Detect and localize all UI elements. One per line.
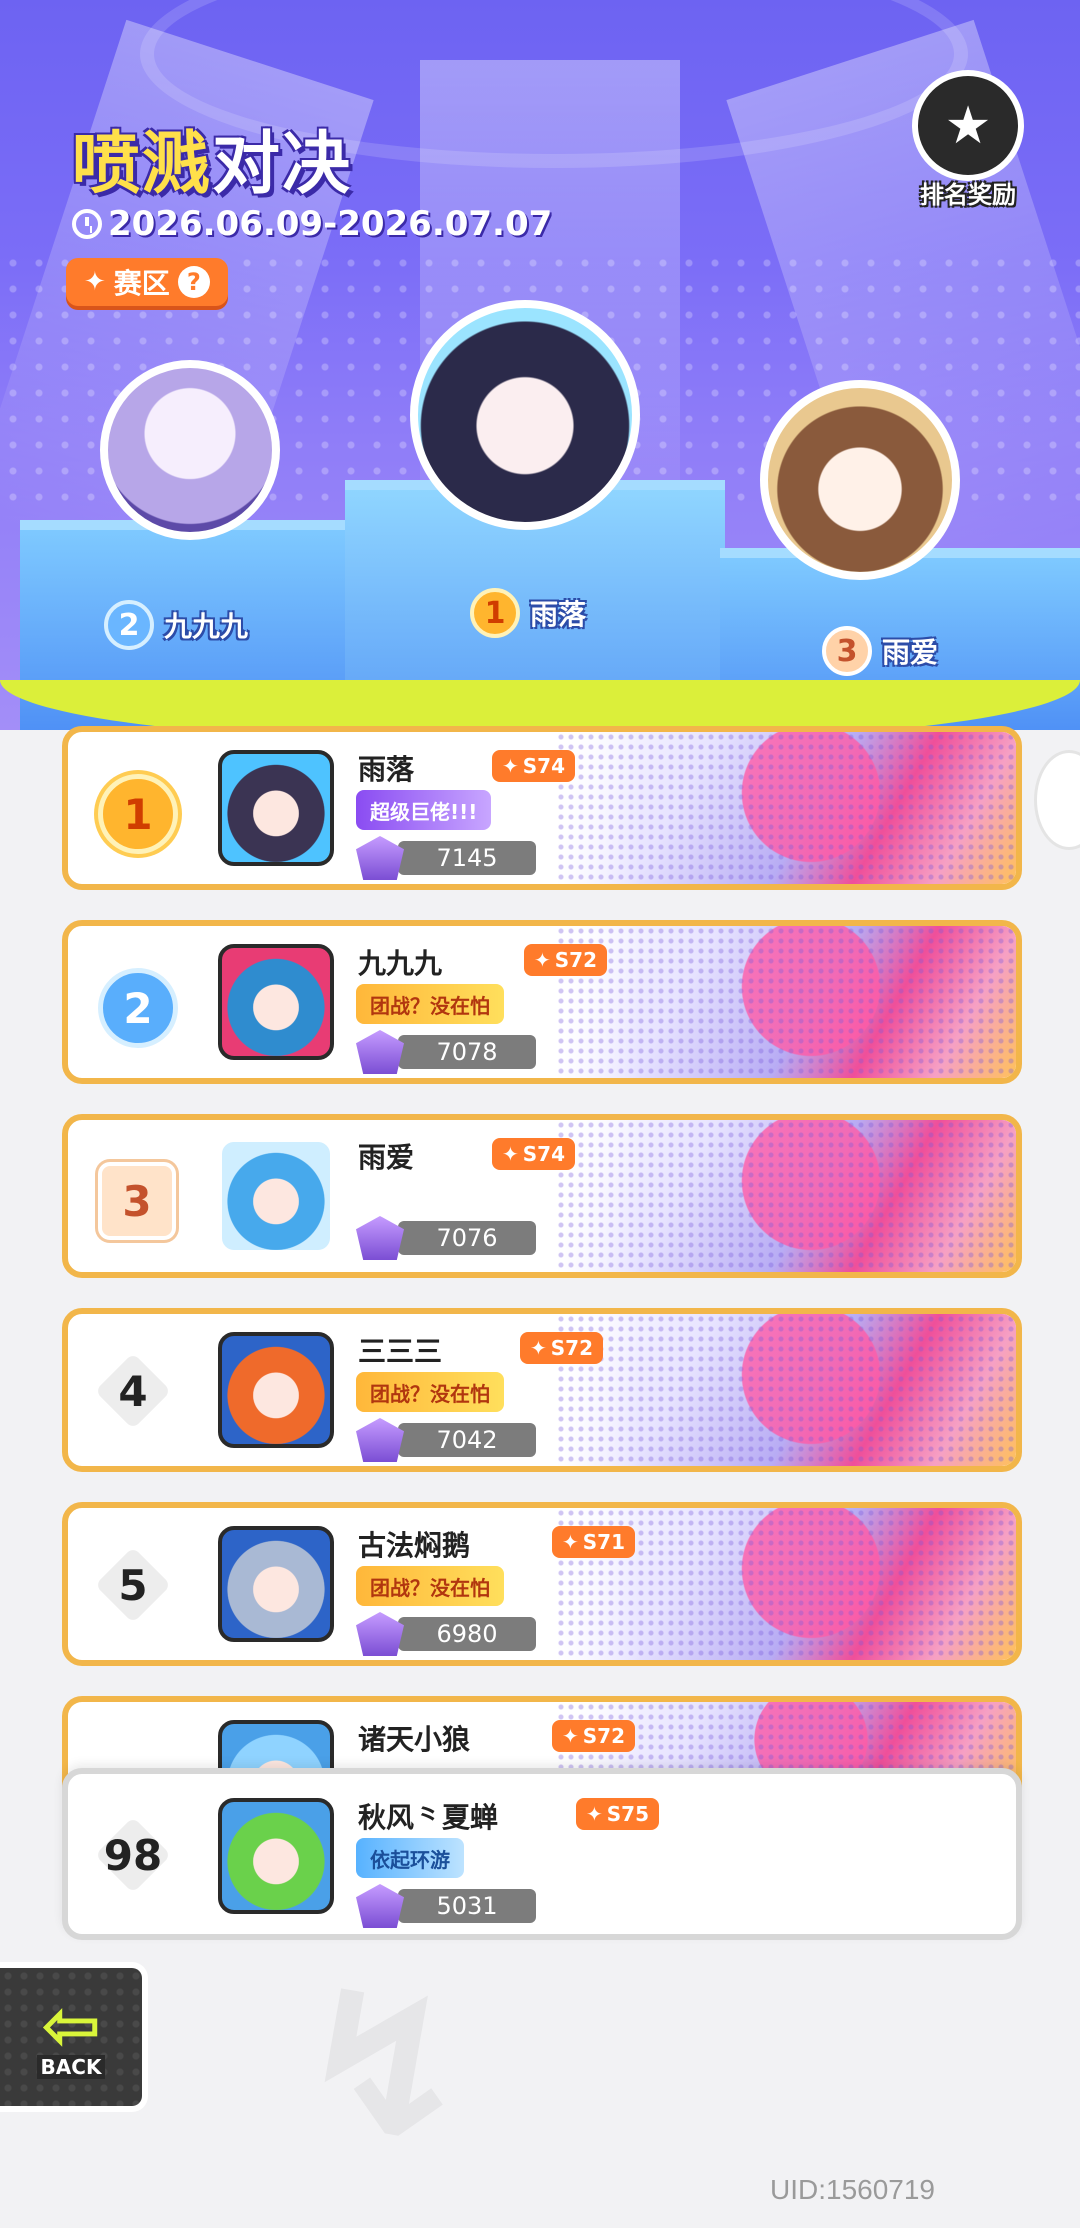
podium-name-third: 3 雨爱 (822, 626, 938, 676)
rank-crest-icon (356, 1884, 404, 1928)
rank-1-badge-icon: 1 (470, 588, 520, 638)
leaderboard-row[interactable]: 4 三三三 ✦ S72 团战？没在怕 7042 (62, 1308, 1022, 1472)
rank-crest-icon (356, 1216, 404, 1260)
player-name: 雨落 (358, 753, 415, 786)
side-float-button[interactable] (1034, 750, 1080, 850)
splat-gun-icon: ✦ (562, 1530, 579, 1554)
page-title: 喷溅对决 (72, 125, 353, 204)
title-tag: 团战？没在怕 (356, 1566, 504, 1606)
title-tag: 团战？没在怕 (356, 1372, 504, 1412)
row-character-art (556, 926, 1016, 1078)
title-tag: 依起环游 (356, 1838, 464, 1878)
title-tag: 团战？没在怕 (356, 984, 504, 1024)
row-character-art (556, 1120, 1016, 1272)
splat-gun-icon: ✦ (84, 267, 106, 297)
rank-badge: 1 (98, 774, 178, 854)
podium-character-second[interactable] (100, 360, 280, 540)
rank-2-badge-icon: 2 (104, 600, 154, 650)
rank-badge: 5 (98, 1550, 168, 1620)
rank-badge: 2 (98, 968, 178, 1048)
back-button[interactable]: ⇦ BACK (0, 1962, 148, 2112)
score-value: 5031 (398, 1889, 536, 1923)
player-avatar[interactable] (218, 1138, 334, 1254)
player-avatar[interactable] (218, 944, 334, 1060)
splat-gun-icon: ✦ (586, 1802, 603, 1826)
season-badge: ✦ S71 (552, 1526, 636, 1558)
season-badge: ✦ S74 (492, 750, 576, 782)
player-name: 三三三 (358, 1335, 443, 1368)
stage-header: 喷溅对决 2026.06.09-2026.07.07 ✦ 赛区 ? ★ 排名奖励… (0, 0, 1080, 730)
score-value: 7076 (398, 1221, 536, 1255)
score-value: 7145 (398, 841, 536, 875)
podium-name-second: 2 九九九 (104, 600, 248, 650)
trophy-box-icon: ★ (912, 70, 1024, 181)
player-name: 诸天小狼 (358, 1723, 471, 1756)
rank-badge: 98 (98, 1820, 168, 1890)
ranking-reward-button[interactable]: ★ 排名奖励 (908, 70, 1028, 210)
player-avatar[interactable] (218, 1798, 334, 1914)
rank-3-badge-icon: 3 (822, 626, 872, 676)
splat-gun-icon: ✦ (534, 948, 551, 972)
score-block: 7042 (356, 1418, 536, 1462)
region-button[interactable]: ✦ 赛区 ? (66, 258, 228, 306)
splat-gun-icon: ✦ (502, 754, 519, 778)
season-badge: ✦ S74 (492, 1138, 576, 1170)
score-value: 7042 (398, 1423, 536, 1457)
rank-badge: 3 (98, 1162, 176, 1240)
score-block: 7078 (356, 1030, 536, 1074)
leaderboard-row[interactable]: 5 古法焖鹅 ✦ S71 团战？没在怕 6980 (62, 1502, 1022, 1666)
score-block: 5031 (356, 1884, 536, 1928)
season-badge: ✦ S72 (520, 1332, 604, 1364)
podium-character-first[interactable] (410, 300, 640, 530)
season-badge: ✦ S75 (576, 1798, 660, 1830)
podium-name-first: 1 雨落 (470, 588, 586, 638)
season-badge: ✦ S72 (552, 1720, 636, 1752)
score-block: 7076 (356, 1216, 536, 1260)
rank-crest-icon (356, 836, 404, 880)
player-avatar[interactable] (218, 1526, 334, 1642)
my-rank-row[interactable]: 98 秋风⺀夏蝉 ✦ S75 依起环游 5031 (62, 1768, 1022, 1940)
row-character-art (556, 732, 1016, 884)
background-scribble: ↯ (300, 1950, 468, 2183)
clock-icon (72, 209, 102, 239)
score-value: 6980 (398, 1617, 536, 1651)
season-badge: ✦ S72 (524, 944, 608, 976)
rank-crest-icon (356, 1418, 404, 1462)
splat-gun-icon: ✦ (530, 1336, 547, 1360)
player-avatar[interactable] (218, 750, 334, 866)
back-arrow-icon: ⇦ (40, 1983, 102, 2067)
player-name: 秋风⺀夏蝉 (358, 1801, 499, 1834)
help-icon: ? (177, 266, 210, 298)
score-block: 6980 (356, 1612, 536, 1656)
splat-gun-icon: ✦ (562, 1724, 579, 1748)
splat-gun-icon: ✦ (502, 1142, 519, 1166)
rank-badge: 4 (98, 1356, 168, 1426)
leaderboard-row[interactable]: 2 九九九 ✦ S72 团战？没在怕 7078 (62, 920, 1022, 1084)
rank-crest-icon (356, 1612, 404, 1656)
event-date-range: 2026.06.09-2026.07.07 (72, 204, 552, 244)
title-tag: 超级巨佬!!! (356, 790, 492, 830)
leaderboard-row[interactable]: 3 雨爱 ✦ S74 7076 (62, 1114, 1022, 1278)
leaderboard-row[interactable]: 1 雨落 ✦ S74 超级巨佬!!! 7145 (62, 726, 1022, 890)
score-value: 7078 (398, 1035, 536, 1069)
player-name: 古法焖鹅 (358, 1529, 471, 1562)
player-name: 雨爱 (358, 1141, 415, 1174)
score-block: 7145 (356, 836, 536, 880)
user-id: UID:1560719 (770, 2174, 936, 2205)
player-name: 九九九 (358, 947, 443, 980)
podium-character-third[interactable] (760, 380, 960, 580)
row-character-art (556, 1314, 1016, 1466)
player-avatar[interactable] (218, 1332, 334, 1448)
rank-crest-icon (356, 1030, 404, 1074)
